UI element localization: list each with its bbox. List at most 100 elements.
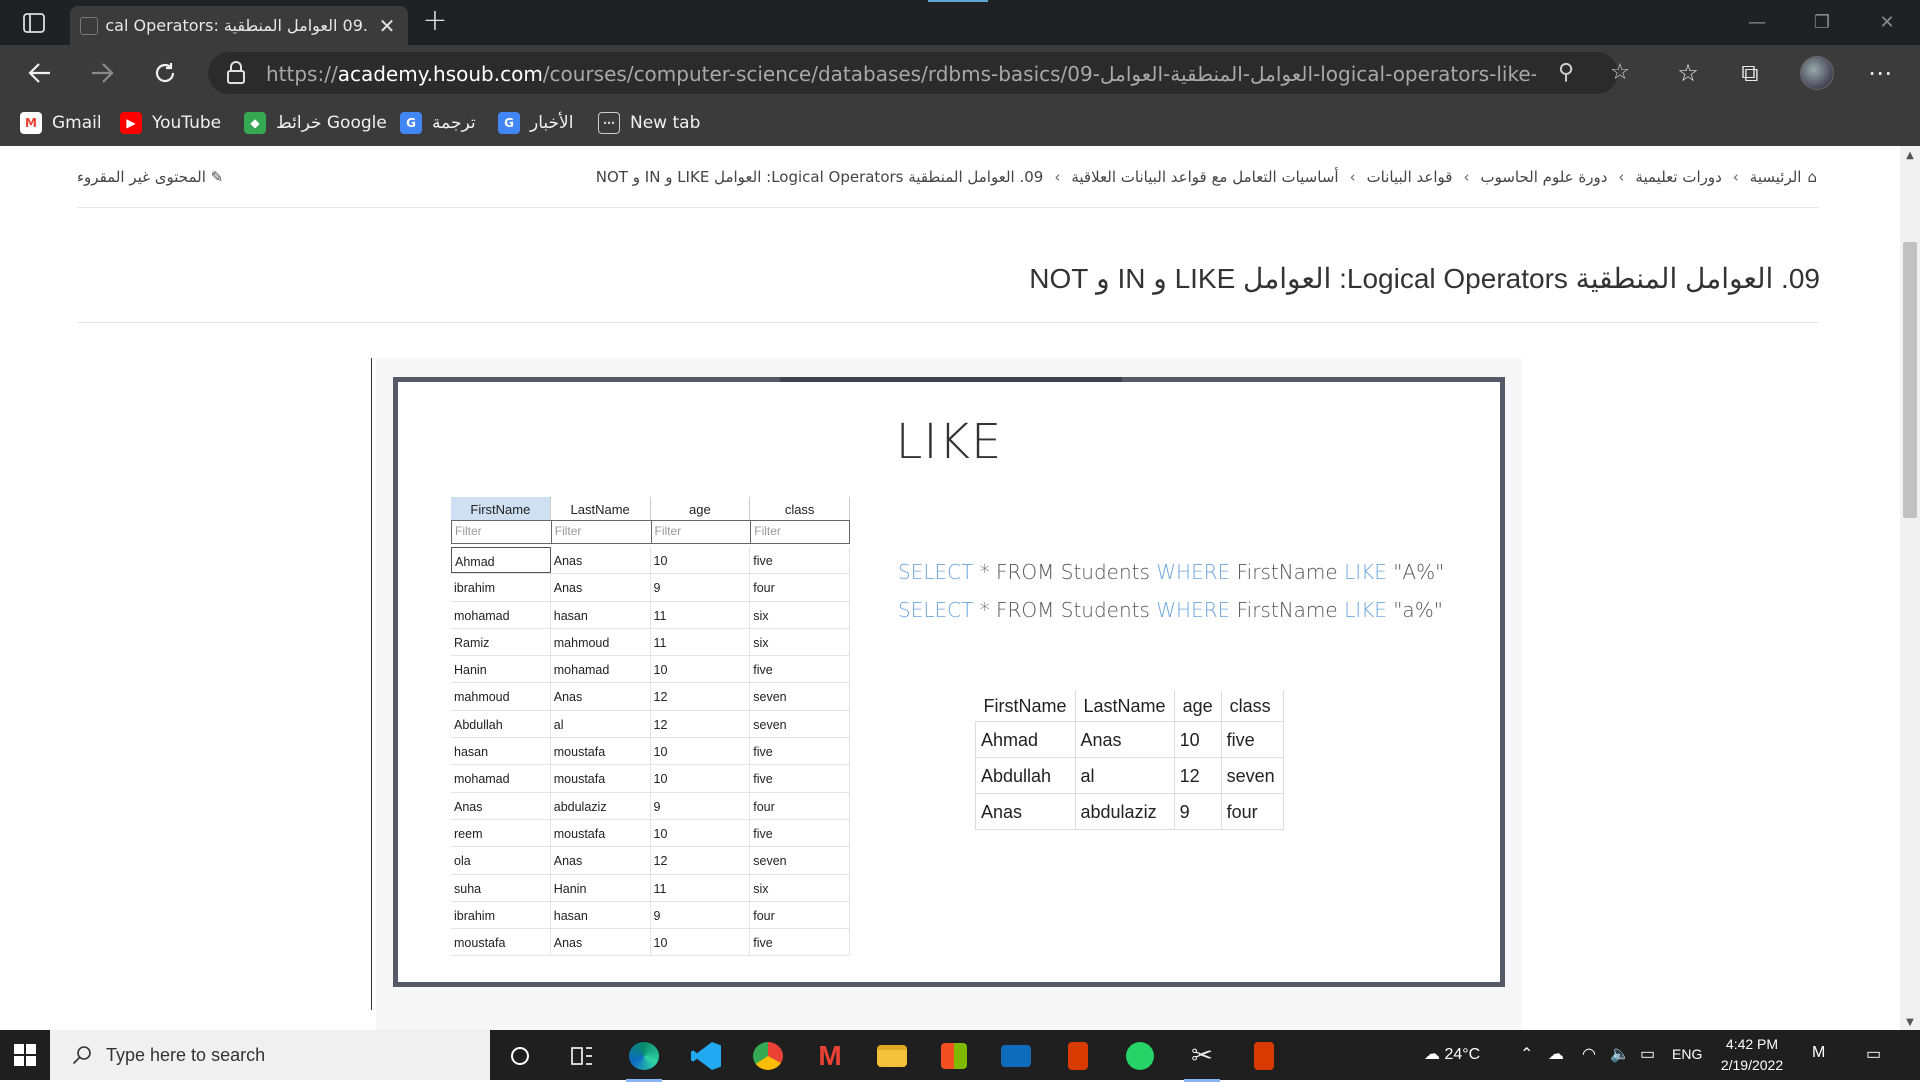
notifications-icon[interactable]: ▭ [1866,1044,1881,1064]
breadcrumb-home[interactable]: الرئيسية [1750,168,1802,186]
content-left-border [371,358,372,1010]
whatsapp-icon[interactable] [1116,1037,1164,1075]
grid-filter-cell: Filter [750,520,850,544]
close-window-button[interactable]: ✕ [1862,8,1912,38]
task-view-icon[interactable] [558,1037,606,1075]
page-scrollbar[interactable]: ▲ ▼ [1900,146,1920,1030]
result-row: Ahmad Anas 10 five [975,721,1284,758]
breadcrumb-rdbms-basics[interactable]: أساسيات التعامل مع قواعد البيانات العلاق… [1071,168,1338,186]
result-cell: Anas [975,793,1076,830]
add-favorite-icon[interactable]: ☆ [1606,60,1634,88]
chrome-icon[interactable] [744,1037,792,1075]
scroll-up-icon[interactable]: ▲ [1904,150,1916,161]
vscode-icon[interactable] [682,1037,730,1075]
forward-button[interactable] [82,53,122,93]
grid-cell: six [750,874,850,901]
url-text[interactable]: https://academy.hsoub.com/courses/comput… [266,62,1536,86]
grid-cell: seven [750,683,850,710]
edge-icon[interactable] [620,1037,668,1082]
zoom-icon[interactable]: ⚲ [1552,60,1580,88]
bookmark-translate[interactable]: G ترجمة [400,110,476,136]
tab-bar: .09 العوامل المنطقية :Logical Operators … [0,0,1920,45]
bookmarks-bar: M Gmail ▶ YouTube ◆ خرائط Google G ترجمة G ال… [0,100,1920,146]
breadcrumb-courses[interactable]: دورات تعليمية [1635,168,1721,186]
browser-toolbar: https://academy.hsoub.com/courses/comput… [0,45,1920,100]
collections-icon[interactable]: ⧉ [1734,58,1766,88]
bookmark-gmail[interactable]: M Gmail [20,110,102,136]
weather-widget[interactable]: ☁ 24°C [1424,1044,1480,1064]
bookmark-maps[interactable]: ◆ خرائط Google [244,110,387,136]
lesson-slide: LIKE FirstName LastName age class Filter… [393,377,1505,987]
sql-text: "a%" [1386,598,1443,622]
result-row: Anas abdulaziz 9 four [975,793,1284,830]
sql-text: FirstName [1230,560,1345,584]
grid-cell: 9 [651,574,751,601]
grid-cell: Ramiz [451,628,551,656]
bookmark-label: New tab [630,113,701,133]
grid-cell: 12 [651,710,751,738]
profile-avatar[interactable] [1800,56,1834,90]
grid-cell: 10 [651,765,751,792]
taskbar-search[interactable]: Type here to search [50,1030,490,1080]
unread-content-link[interactable]: ✎ المحتوى غير المقروء [77,168,223,186]
breadcrumb-cs-course[interactable]: دورة علوم الحاسوب [1480,168,1607,186]
tray-overflow-icon[interactable]: ⌃ [1520,1044,1533,1064]
cloud-icon: ☁ [1424,1046,1440,1063]
sql-keyword: LIKE [1344,560,1387,584]
students-grid: FirstName LastName age class Filter Filt… [451,497,850,957]
more-menu-icon[interactable]: ⋯ [1864,58,1896,88]
grid-row: mohamad moustafa 10 five [451,765,850,793]
office-icon[interactable] [1240,1037,1288,1075]
scroll-down-icon[interactable]: ▼ [1904,1017,1916,1028]
slide-title: LIKE [895,414,1003,470]
volume-icon[interactable]: 🔈 [1610,1044,1630,1064]
address-bar[interactable]: https://academy.hsoub.com/courses/comput… [208,52,1630,94]
result-cell: abdulaziz [1074,793,1175,830]
start-button[interactable] [14,1044,36,1066]
battery-icon[interactable]: ▭ [1640,1044,1655,1064]
grid-cell: moustafa [551,765,651,792]
grid-cell: six [750,601,850,628]
language-indicator[interactable]: ENG [1672,1046,1702,1062]
grid-cell: Hanin [451,656,551,683]
tab-active[interactable]: .09 العوامل المنطقية :Logical Operators … [70,6,408,45]
bookmark-youtube[interactable]: ▶ YouTube [120,110,221,136]
minimize-button[interactable]: — [1732,8,1782,38]
home-icon: ⌂ [1807,168,1817,186]
breadcrumb: ⌂ الرئيسية › دورات تعليمية › دورة علوم الحاسو… [552,168,1820,186]
back-button[interactable] [20,53,60,93]
breadcrumb-databases[interactable]: قواعد البيانات [1367,168,1453,186]
favorites-icon[interactable]: ☆ [1672,58,1704,88]
breadcrumb-separator: › [1463,168,1470,186]
mail-icon[interactable] [992,1037,1040,1075]
grid-cell: Hanin [551,874,651,901]
lock-icon[interactable] [226,61,246,85]
office-icon[interactable] [1054,1037,1102,1075]
sql-text: "A%" [1386,560,1445,584]
system-clock[interactable]: 4:42 PM 2/19/2022 [1712,1034,1792,1076]
new-tab-button[interactable]: + [418,6,452,40]
slide-top-bar [780,377,1122,382]
grid-cell: 10 [651,819,751,847]
refresh-button[interactable] [145,53,185,93]
restore-button[interactable]: ❐ [1797,8,1847,38]
file-explorer-icon[interactable] [868,1037,916,1075]
breadcrumb-current: 09. العوامل المنطقية Logical Operators: … [595,168,1044,186]
bookmark-new-tab[interactable]: ⋯ New tab [598,110,700,136]
sql-query: SELECT * FROM Students WHERE FirstName L… [898,560,1444,584]
snipping-tool-icon[interactable]: ✂ [1178,1037,1226,1082]
sql-text: FirstName [1230,598,1345,622]
tab-actions-button[interactable] [14,10,54,36]
sql-text: * FROM Students [973,560,1157,584]
grid-row: Hanin mohamad 10 five [451,656,850,684]
wifi-icon[interactable]: ◠ [1582,1044,1596,1064]
page-title: 09. العوامل المنطقية Logical Operators: … [1029,263,1820,294]
onedrive-icon[interactable]: ☁ [1548,1044,1564,1064]
tab-close-icon[interactable]: ✕ [376,14,398,38]
gmail-app-icon[interactable]: M [806,1037,854,1075]
cortana-icon[interactable] [496,1037,544,1075]
bookmark-news[interactable]: G الأخبار [498,110,573,136]
app-badge-icon[interactable]: M [1812,1044,1825,1062]
scrollbar-thumb[interactable] [1903,242,1917,518]
store-icon[interactable] [930,1037,978,1075]
